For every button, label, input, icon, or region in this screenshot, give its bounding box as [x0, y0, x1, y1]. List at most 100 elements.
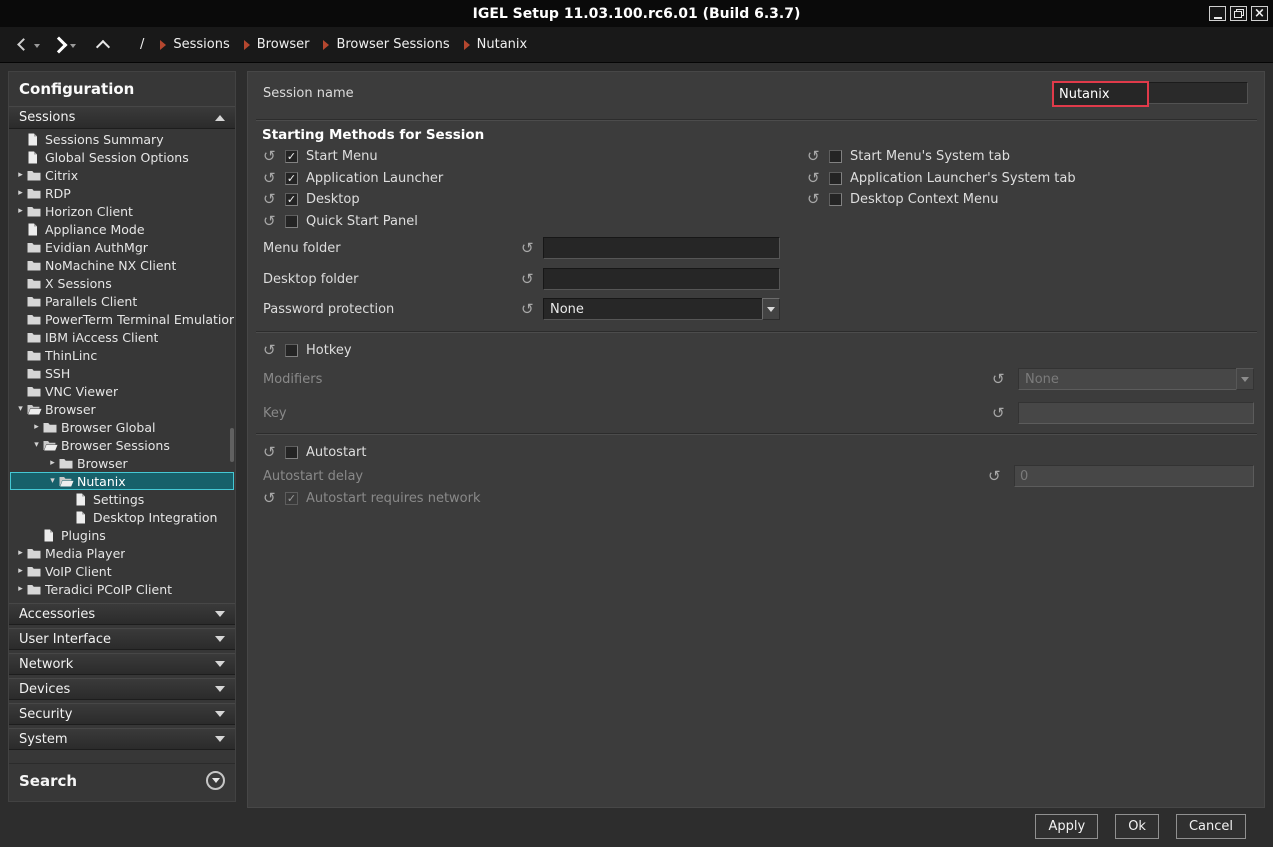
tree-scrollbar[interactable] — [230, 428, 234, 462]
back-button[interactable] — [14, 35, 32, 55]
expander-icon[interactable]: ▸ — [14, 206, 27, 216]
tree-item-powerterm-terminal-emulation[interactable]: PowerTerm Terminal Emulation — [10, 310, 234, 328]
sidebar-section-devices[interactable]: Devices — [9, 678, 235, 700]
expander-icon[interactable]: ▾ — [30, 440, 43, 450]
tree-item-desktop-integration[interactable]: Desktop Integration — [10, 508, 234, 526]
tree-item-browser-sessions[interactable]: ▾Browser Sessions — [10, 436, 234, 454]
expander-icon[interactable]: ▸ — [14, 584, 27, 594]
reset-icon[interactable]: ↺ — [521, 241, 543, 256]
reset-icon[interactable]: ↺ — [807, 149, 829, 164]
tree-item-x-sessions[interactable]: X Sessions — [10, 274, 234, 292]
forward-history-caret-icon[interactable] — [70, 44, 76, 48]
breadcrumb-item-sessions[interactable]: Sessions — [173, 37, 229, 52]
sidebar-section-accessories[interactable]: Accessories — [9, 603, 235, 625]
reset-icon[interactable]: ↺ — [263, 192, 285, 207]
expander-icon[interactable]: ▸ — [30, 422, 43, 432]
tree-item-ibm-iaccess-client[interactable]: IBM iAccess Client — [10, 328, 234, 346]
tree-item-parallels-client[interactable]: Parallels Client — [10, 292, 234, 310]
tree-item-thinlinc[interactable]: ThinLinc — [10, 346, 234, 364]
sidebar-section-sessions[interactable]: Sessions — [9, 106, 235, 129]
tree-item-label: Browser — [77, 456, 128, 471]
expander-icon[interactable]: ▸ — [46, 458, 59, 468]
expander-icon[interactable]: ▾ — [46, 476, 59, 486]
password-protection-select[interactable]: None — [543, 298, 780, 320]
tree-item-browser-global[interactable]: ▸Browser Global — [10, 418, 234, 436]
tree-item-appliance-mode[interactable]: Appliance Mode — [10, 220, 234, 238]
search-expand-button[interactable] — [206, 771, 225, 790]
reset-icon[interactable]: ↺ — [521, 302, 543, 317]
window-controls: × — [1209, 6, 1268, 21]
breadcrumb-item-browser-sessions[interactable]: Browser Sessions — [336, 37, 449, 52]
tree-item-sessions-summary[interactable]: Sessions Summary — [10, 130, 234, 148]
desktop-context-menu-checkbox[interactable] — [829, 193, 842, 206]
tree-item-global-session-options[interactable]: Global Session Options — [10, 148, 234, 166]
tree-item-label: RDP — [45, 186, 71, 201]
reset-icon[interactable]: ↺ — [263, 149, 285, 164]
expander-icon[interactable]: ▸ — [14, 548, 27, 558]
chevron-down-icon — [767, 307, 775, 312]
sidebar-section-label: System — [19, 732, 67, 747]
back-history-caret-icon[interactable] — [34, 44, 40, 48]
restore-button[interactable] — [1230, 6, 1247, 21]
reset-icon[interactable]: ↺ — [807, 171, 829, 186]
reset-icon[interactable]: ↺ — [263, 214, 285, 229]
close-button[interactable]: × — [1251, 6, 1268, 21]
reset-icon[interactable]: ↺ — [521, 272, 543, 287]
tree-item-media-player[interactable]: ▸Media Player — [10, 544, 234, 562]
tree-item-evidian-authmgr[interactable]: Evidian AuthMgr — [10, 238, 234, 256]
tree-item-nomachine-nx-client[interactable]: NoMachine NX Client — [10, 256, 234, 274]
menu-folder-input[interactable] — [543, 237, 780, 259]
sidebar-section-label: Sessions — [19, 110, 75, 125]
application-launcher-checkbox[interactable]: ✓ — [285, 172, 298, 185]
reset-icon[interactable]: ↺ — [992, 372, 1014, 387]
session-name-input[interactable]: Nutanix — [1053, 82, 1248, 104]
quick-start-panel-checkbox[interactable] — [285, 215, 298, 228]
reset-icon[interactable]: ↺ — [263, 343, 285, 358]
expander-icon[interactable]: ▸ — [14, 170, 27, 180]
reset-icon[interactable]: ↺ — [263, 445, 285, 460]
dropdown-button[interactable] — [762, 298, 780, 320]
tree-item-plugins[interactable]: Plugins — [10, 526, 234, 544]
tree-item-rdp[interactable]: ▸ RDP — [10, 184, 234, 202]
cancel-button[interactable]: Cancel — [1176, 814, 1246, 839]
tree-item-voip-client[interactable]: ▸VoIP Client — [10, 562, 234, 580]
hotkey-checkbox[interactable] — [285, 344, 298, 357]
sidebar-section-security[interactable]: Security — [9, 703, 235, 725]
tree-item-nutanix[interactable]: ▾Nutanix — [10, 472, 234, 490]
sidebar-section-user-interface[interactable]: User Interface — [9, 628, 235, 650]
reset-icon[interactable]: ↺ — [263, 491, 285, 506]
autostart-checkbox[interactable] — [285, 446, 298, 459]
breadcrumb-item-browser[interactable]: Browser — [257, 37, 310, 52]
sidebar-section-system[interactable]: System — [9, 728, 235, 750]
minimize-button[interactable] — [1209, 6, 1226, 21]
reset-icon[interactable]: ↺ — [988, 469, 1010, 484]
breadcrumb-root[interactable]: / — [140, 37, 144, 52]
tree-item-vnc-viewer[interactable]: VNC Viewer — [10, 382, 234, 400]
expander-icon[interactable]: ▸ — [14, 188, 27, 198]
desktop-folder-input[interactable] — [543, 268, 780, 290]
expander-icon[interactable]: ▸ — [14, 566, 27, 576]
tree-item-browser[interactable]: ▸ Browser — [10, 454, 234, 472]
start-menu-checkbox[interactable]: ✓ — [285, 150, 298, 163]
expander-icon[interactable]: ▾ — [14, 404, 27, 414]
tree-item-teradici-pcoip-client[interactable]: ▸Teradici PCoIP Client — [10, 580, 234, 598]
tree-item-settings[interactable]: Settings — [10, 490, 234, 508]
application-launcher-s-system-tab-checkbox[interactable] — [829, 172, 842, 185]
apply-button[interactable]: Apply — [1035, 814, 1098, 839]
tree-item-label: Parallels Client — [45, 294, 137, 309]
forward-button[interactable] — [50, 35, 68, 55]
start-menu-s-system-tab-checkbox[interactable] — [829, 150, 842, 163]
sidebar-section-network[interactable]: Network — [9, 653, 235, 675]
tree-item-citrix[interactable]: ▸Citrix — [10, 166, 234, 184]
reset-icon[interactable]: ↺ — [807, 192, 829, 207]
tree-item-horizon-client[interactable]: ▸Horizon Client — [10, 202, 234, 220]
tree-item-ssh[interactable]: SSH — [10, 364, 234, 382]
reset-icon[interactable]: ↺ — [263, 171, 285, 186]
up-button[interactable] — [94, 35, 112, 55]
breadcrumb-arrow-icon — [160, 40, 166, 50]
breadcrumb-item-nutanix[interactable]: Nutanix — [477, 37, 528, 52]
reset-icon[interactable]: ↺ — [992, 406, 1014, 421]
ok-button[interactable]: Ok — [1115, 814, 1159, 839]
desktop-checkbox[interactable]: ✓ — [285, 193, 298, 206]
tree-item-browser[interactable]: ▾Browser — [10, 400, 234, 418]
